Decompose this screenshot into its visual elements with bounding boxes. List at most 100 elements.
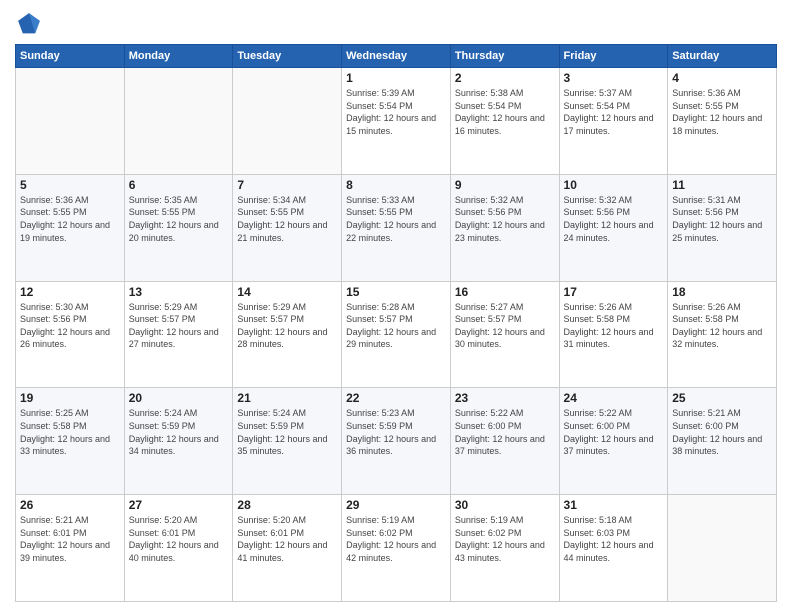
day-info: Sunrise: 5:18 AMSunset: 6:03 PMDaylight:… [564, 514, 664, 564]
day-info: Sunrise: 5:35 AMSunset: 5:55 PMDaylight:… [129, 194, 229, 244]
day-info: Sunrise: 5:24 AMSunset: 5:59 PMDaylight:… [129, 407, 229, 457]
calendar-cell: 7 Sunrise: 5:34 AMSunset: 5:55 PMDayligh… [233, 174, 342, 281]
day-info: Sunrise: 5:19 AMSunset: 6:02 PMDaylight:… [455, 514, 555, 564]
calendar-table: SundayMondayTuesdayWednesdayThursdayFrid… [15, 44, 777, 602]
calendar-cell: 4 Sunrise: 5:36 AMSunset: 5:55 PMDayligh… [668, 68, 777, 175]
day-number: 4 [672, 71, 772, 85]
calendar-cell: 31 Sunrise: 5:18 AMSunset: 6:03 PMDaylig… [559, 495, 668, 602]
weekday-header-row: SundayMondayTuesdayWednesdayThursdayFrid… [16, 45, 777, 68]
calendar-cell: 28 Sunrise: 5:20 AMSunset: 6:01 PMDaylig… [233, 495, 342, 602]
calendar-cell: 15 Sunrise: 5:28 AMSunset: 5:57 PMDaylig… [342, 281, 451, 388]
weekday-header-monday: Monday [124, 45, 233, 68]
calendar-cell: 14 Sunrise: 5:29 AMSunset: 5:57 PMDaylig… [233, 281, 342, 388]
day-info: Sunrise: 5:21 AMSunset: 6:00 PMDaylight:… [672, 407, 772, 457]
day-number: 19 [20, 391, 120, 405]
day-number: 14 [237, 285, 337, 299]
calendar-cell [668, 495, 777, 602]
day-number: 1 [346, 71, 446, 85]
day-info: Sunrise: 5:33 AMSunset: 5:55 PMDaylight:… [346, 194, 446, 244]
calendar-cell: 1 Sunrise: 5:39 AMSunset: 5:54 PMDayligh… [342, 68, 451, 175]
calendar-cell: 24 Sunrise: 5:22 AMSunset: 6:00 PMDaylig… [559, 388, 668, 495]
day-number: 31 [564, 498, 664, 512]
day-info: Sunrise: 5:39 AMSunset: 5:54 PMDaylight:… [346, 87, 446, 137]
day-number: 10 [564, 178, 664, 192]
day-info: Sunrise: 5:20 AMSunset: 6:01 PMDaylight:… [237, 514, 337, 564]
day-info: Sunrise: 5:21 AMSunset: 6:01 PMDaylight:… [20, 514, 120, 564]
day-number: 13 [129, 285, 229, 299]
logo-icon [15, 10, 43, 38]
day-info: Sunrise: 5:23 AMSunset: 5:59 PMDaylight:… [346, 407, 446, 457]
day-info: Sunrise: 5:28 AMSunset: 5:57 PMDaylight:… [346, 301, 446, 351]
day-number: 27 [129, 498, 229, 512]
calendar-cell: 5 Sunrise: 5:36 AMSunset: 5:55 PMDayligh… [16, 174, 125, 281]
calendar-cell: 19 Sunrise: 5:25 AMSunset: 5:58 PMDaylig… [16, 388, 125, 495]
weekday-header-saturday: Saturday [668, 45, 777, 68]
day-number: 8 [346, 178, 446, 192]
weekday-header-wednesday: Wednesday [342, 45, 451, 68]
calendar-cell: 26 Sunrise: 5:21 AMSunset: 6:01 PMDaylig… [16, 495, 125, 602]
day-info: Sunrise: 5:36 AMSunset: 5:55 PMDaylight:… [20, 194, 120, 244]
day-number: 17 [564, 285, 664, 299]
calendar-cell: 20 Sunrise: 5:24 AMSunset: 5:59 PMDaylig… [124, 388, 233, 495]
calendar-cell: 22 Sunrise: 5:23 AMSunset: 5:59 PMDaylig… [342, 388, 451, 495]
calendar-cell: 8 Sunrise: 5:33 AMSunset: 5:55 PMDayligh… [342, 174, 451, 281]
day-info: Sunrise: 5:37 AMSunset: 5:54 PMDaylight:… [564, 87, 664, 137]
day-info: Sunrise: 5:20 AMSunset: 6:01 PMDaylight:… [129, 514, 229, 564]
day-info: Sunrise: 5:32 AMSunset: 5:56 PMDaylight:… [564, 194, 664, 244]
day-info: Sunrise: 5:31 AMSunset: 5:56 PMDaylight:… [672, 194, 772, 244]
calendar-cell: 16 Sunrise: 5:27 AMSunset: 5:57 PMDaylig… [450, 281, 559, 388]
day-info: Sunrise: 5:26 AMSunset: 5:58 PMDaylight:… [564, 301, 664, 351]
day-number: 20 [129, 391, 229, 405]
calendar-cell: 27 Sunrise: 5:20 AMSunset: 6:01 PMDaylig… [124, 495, 233, 602]
day-number: 21 [237, 391, 337, 405]
day-info: Sunrise: 5:22 AMSunset: 6:00 PMDaylight:… [564, 407, 664, 457]
page: SundayMondayTuesdayWednesdayThursdayFrid… [0, 0, 792, 612]
week-row-3: 19 Sunrise: 5:25 AMSunset: 5:58 PMDaylig… [16, 388, 777, 495]
calendar-cell: 10 Sunrise: 5:32 AMSunset: 5:56 PMDaylig… [559, 174, 668, 281]
calendar-cell: 30 Sunrise: 5:19 AMSunset: 6:02 PMDaylig… [450, 495, 559, 602]
day-number: 24 [564, 391, 664, 405]
day-info: Sunrise: 5:29 AMSunset: 5:57 PMDaylight:… [237, 301, 337, 351]
day-number: 7 [237, 178, 337, 192]
logo [15, 10, 47, 38]
calendar-cell [124, 68, 233, 175]
day-number: 9 [455, 178, 555, 192]
day-info: Sunrise: 5:38 AMSunset: 5:54 PMDaylight:… [455, 87, 555, 137]
day-number: 6 [129, 178, 229, 192]
calendar-cell: 2 Sunrise: 5:38 AMSunset: 5:54 PMDayligh… [450, 68, 559, 175]
calendar-cell: 25 Sunrise: 5:21 AMSunset: 6:00 PMDaylig… [668, 388, 777, 495]
header [15, 10, 777, 38]
day-number: 26 [20, 498, 120, 512]
calendar-cell: 13 Sunrise: 5:29 AMSunset: 5:57 PMDaylig… [124, 281, 233, 388]
calendar-cell: 17 Sunrise: 5:26 AMSunset: 5:58 PMDaylig… [559, 281, 668, 388]
weekday-header-tuesday: Tuesday [233, 45, 342, 68]
calendar-cell: 9 Sunrise: 5:32 AMSunset: 5:56 PMDayligh… [450, 174, 559, 281]
calendar-cell: 6 Sunrise: 5:35 AMSunset: 5:55 PMDayligh… [124, 174, 233, 281]
calendar-cell: 3 Sunrise: 5:37 AMSunset: 5:54 PMDayligh… [559, 68, 668, 175]
day-number: 12 [20, 285, 120, 299]
day-info: Sunrise: 5:34 AMSunset: 5:55 PMDaylight:… [237, 194, 337, 244]
day-number: 29 [346, 498, 446, 512]
day-number: 16 [455, 285, 555, 299]
day-info: Sunrise: 5:22 AMSunset: 6:00 PMDaylight:… [455, 407, 555, 457]
calendar-cell [16, 68, 125, 175]
calendar-cell: 18 Sunrise: 5:26 AMSunset: 5:58 PMDaylig… [668, 281, 777, 388]
day-number: 2 [455, 71, 555, 85]
day-info: Sunrise: 5:30 AMSunset: 5:56 PMDaylight:… [20, 301, 120, 351]
day-number: 30 [455, 498, 555, 512]
week-row-4: 26 Sunrise: 5:21 AMSunset: 6:01 PMDaylig… [16, 495, 777, 602]
calendar-cell: 11 Sunrise: 5:31 AMSunset: 5:56 PMDaylig… [668, 174, 777, 281]
day-info: Sunrise: 5:26 AMSunset: 5:58 PMDaylight:… [672, 301, 772, 351]
day-number: 23 [455, 391, 555, 405]
day-info: Sunrise: 5:36 AMSunset: 5:55 PMDaylight:… [672, 87, 772, 137]
day-number: 5 [20, 178, 120, 192]
week-row-2: 12 Sunrise: 5:30 AMSunset: 5:56 PMDaylig… [16, 281, 777, 388]
day-number: 22 [346, 391, 446, 405]
weekday-header-thursday: Thursday [450, 45, 559, 68]
week-row-0: 1 Sunrise: 5:39 AMSunset: 5:54 PMDayligh… [16, 68, 777, 175]
calendar-cell: 12 Sunrise: 5:30 AMSunset: 5:56 PMDaylig… [16, 281, 125, 388]
weekday-header-friday: Friday [559, 45, 668, 68]
day-number: 25 [672, 391, 772, 405]
day-number: 11 [672, 178, 772, 192]
day-number: 18 [672, 285, 772, 299]
